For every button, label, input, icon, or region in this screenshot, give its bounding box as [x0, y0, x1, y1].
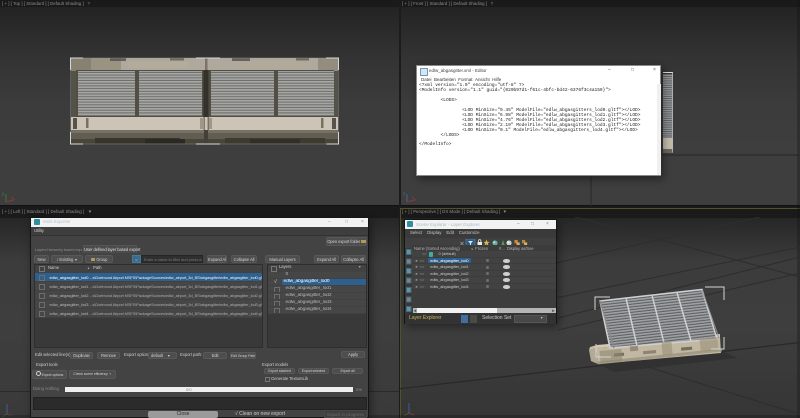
svg-text:x: x: [412, 195, 415, 200]
svg-text:z: z: [403, 191, 406, 196]
svg-text:x: x: [11, 195, 14, 200]
svg-text:y: y: [2, 191, 5, 196]
